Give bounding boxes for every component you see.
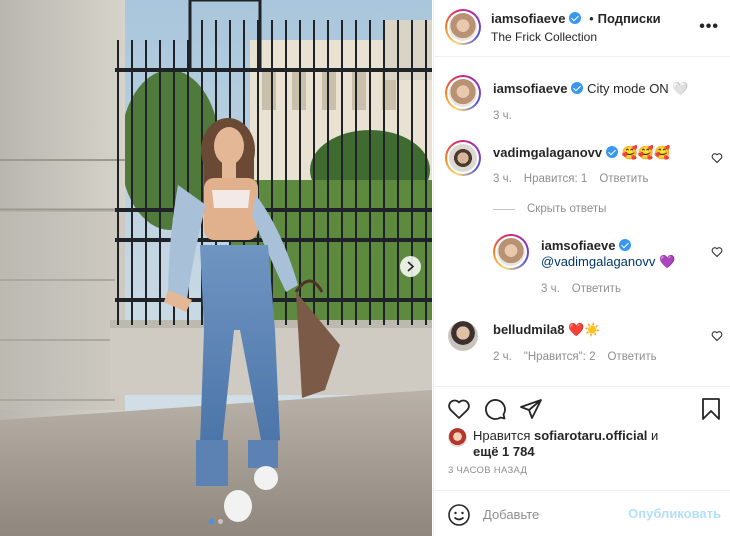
- post-panel: iamsofiaeve • Подписки The Frick Collecti…: [433, 0, 730, 536]
- post-timestamp[interactable]: 3 ЧАСОВ НАЗАД: [448, 465, 527, 476]
- verified-icon: [606, 146, 619, 158]
- comment-like-heart-icon[interactable]: [711, 152, 723, 164]
- reply-button[interactable]: Ответить: [607, 351, 656, 363]
- likes-prefix: Нравится: [473, 428, 531, 443]
- liker-username[interactable]: sofiarotaru.official: [534, 428, 647, 443]
- chevron-right-icon: [407, 261, 415, 272]
- comment-likes[interactable]: "Нравится": 2: [524, 351, 596, 363]
- post-photo[interactable]: [0, 0, 432, 536]
- reply-emoji: 💜: [659, 255, 676, 270]
- reply-meta: 3 ч. Ответить: [541, 283, 633, 295]
- hide-replies-label: Скрыть ответы: [527, 203, 607, 215]
- caption-time[interactable]: 3 ч.: [493, 110, 512, 122]
- follow-button[interactable]: Подписки: [598, 11, 661, 26]
- post-header: iamsofiaeve • Подписки The Frick Collecti…: [434, 0, 730, 57]
- header-user-line: iamsofiaeve • Подписки: [491, 11, 661, 26]
- likes-summary: Нравится sofiarotaru.official и ещё 1 78…: [473, 428, 703, 460]
- comment-meta: 3 ч. Нравится: 1 Ответить: [493, 173, 660, 185]
- photo-illustration: [0, 0, 432, 536]
- reply-time[interactable]: 3 ч.: [541, 283, 560, 295]
- likes-and: и: [651, 428, 659, 443]
- carousel-dot-active: [209, 519, 214, 524]
- add-comment-input[interactable]: [483, 504, 623, 524]
- comment-emoji: 🥰🥰🥰: [621, 146, 671, 161]
- caption-emoji: 🤍: [672, 82, 689, 97]
- caption-body: City mode ON: [587, 81, 669, 96]
- more-options-icon[interactable]: •••: [699, 18, 719, 36]
- add-comment-bar: Опубликовать: [434, 490, 730, 536]
- comment-username[interactable]: vadimgalaganovv: [493, 145, 602, 160]
- reply-like-heart-icon[interactable]: [711, 246, 723, 258]
- reply-button[interactable]: Ответить: [572, 283, 621, 295]
- heart-icon[interactable]: [447, 397, 471, 421]
- verified-icon: [619, 239, 632, 251]
- comment-like-heart-icon[interactable]: [711, 330, 723, 342]
- reply-button[interactable]: Ответить: [599, 173, 648, 185]
- comment-time[interactable]: 3 ч.: [493, 173, 512, 185]
- carousel-dot: [218, 519, 223, 524]
- carousel-indicator: [0, 519, 432, 524]
- liker-avatar[interactable]: [448, 428, 467, 447]
- comment-avatar[interactable]: [448, 321, 478, 351]
- verified-icon: [569, 12, 582, 24]
- comment-time[interactable]: 2 ч.: [493, 351, 512, 363]
- header-separator: •: [589, 11, 594, 26]
- likes-more[interactable]: ещё 1 784: [473, 444, 535, 459]
- comment-text: vadimgalaganovv 🥰🥰🥰: [493, 144, 670, 163]
- caption-username[interactable]: iamsofiaeve: [493, 81, 567, 96]
- comment-icon[interactable]: [483, 397, 507, 421]
- reply-body: @vadimgalaganovv 💜: [541, 253, 675, 272]
- comment-text: belludmila8 ❤️☀️: [493, 321, 601, 340]
- bookmark-icon[interactable]: [699, 397, 723, 421]
- comment-emoji: ❤️☀️: [568, 323, 601, 338]
- caption-text: iamsofiaeve City mode ON 🤍: [493, 80, 689, 99]
- hide-replies-button[interactable]: Скрыть ответы: [493, 203, 606, 215]
- author-username[interactable]: iamsofiaeve: [491, 11, 565, 26]
- share-icon[interactable]: [519, 397, 543, 421]
- reply-avatar[interactable]: [493, 234, 529, 270]
- comment-meta: 2 ч. "Нравится": 2 Ответить: [493, 351, 669, 363]
- next-photo-button[interactable]: [400, 256, 421, 277]
- smile-icon[interactable]: [447, 503, 471, 527]
- comment-avatar[interactable]: [445, 140, 481, 176]
- verified-icon: [571, 82, 584, 94]
- publish-button[interactable]: Опубликовать: [628, 506, 721, 521]
- caption-avatar[interactable]: [445, 75, 481, 111]
- post-location[interactable]: The Frick Collection: [491, 30, 597, 44]
- reply-mention[interactable]: @vadimgalaganovv: [541, 254, 655, 269]
- caption-meta: 3 ч.: [493, 110, 524, 122]
- reply-username[interactable]: iamsofiaeve: [541, 238, 615, 253]
- author-avatar[interactable]: [445, 9, 481, 45]
- hide-replies-line: [493, 208, 515, 210]
- comment-username[interactable]: belludmila8: [493, 322, 565, 337]
- comment-likes[interactable]: Нравится: 1: [524, 173, 588, 185]
